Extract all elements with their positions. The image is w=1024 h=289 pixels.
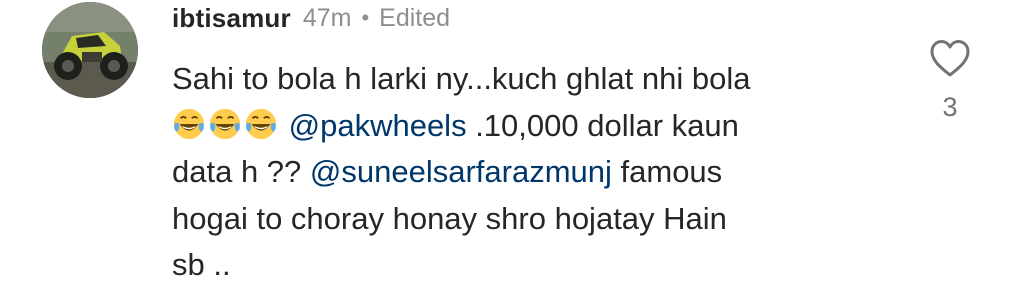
comment-text: sb .. <box>172 247 231 282</box>
like-count: 3 <box>942 92 958 122</box>
comment-line: sb .. <box>172 242 892 289</box>
comment-text: famous <box>611 154 723 189</box>
comment-line: data h ?? @suneelsarfarazmunj famous <box>172 149 892 196</box>
heart-outline-icon[interactable] <box>928 38 972 78</box>
comment-header: ibtisamur 47m • Edited <box>172 0 450 36</box>
mention-link[interactable]: @suneelsarfarazmunj <box>310 154 612 189</box>
comment-line: @pakwheels .10,000 dollar kaun <box>172 103 892 150</box>
comment-text: hogai to choray honay shro hojatay Hain <box>172 200 727 236</box>
meta-separator: • <box>361 5 370 30</box>
laughing-tears-emoji-icon <box>209 108 241 139</box>
comment-line: hogai to choray honay shro hojatay Hain <box>172 196 892 243</box>
laughing-tears-emoji-icon <box>173 108 205 139</box>
comment-text: Sahi to bola h larki ny...kuch ghlat nhi… <box>172 61 751 96</box>
laughing-tears-emoji-icon <box>245 108 277 139</box>
mention-link[interactable]: @pakwheels <box>289 108 467 143</box>
like-area: 3 <box>920 38 980 123</box>
username[interactable]: ibtisamur <box>172 3 291 34</box>
comment-text: data h ?? <box>172 154 310 189</box>
edited-label: Edited <box>379 3 451 32</box>
comment-text: .10,000 dollar kaun <box>466 107 739 143</box>
timestamp: 47m <box>302 3 352 32</box>
avatar[interactable] <box>42 2 138 98</box>
comment-body: Sahi to bola h larki ny...kuch ghlat nhi… <box>172 56 892 289</box>
comment-line: Sahi to bola h larki ny...kuch ghlat nhi… <box>172 56 892 103</box>
comment-item: ibtisamur 47m • Edited Sahi to bola h la… <box>0 0 1024 282</box>
